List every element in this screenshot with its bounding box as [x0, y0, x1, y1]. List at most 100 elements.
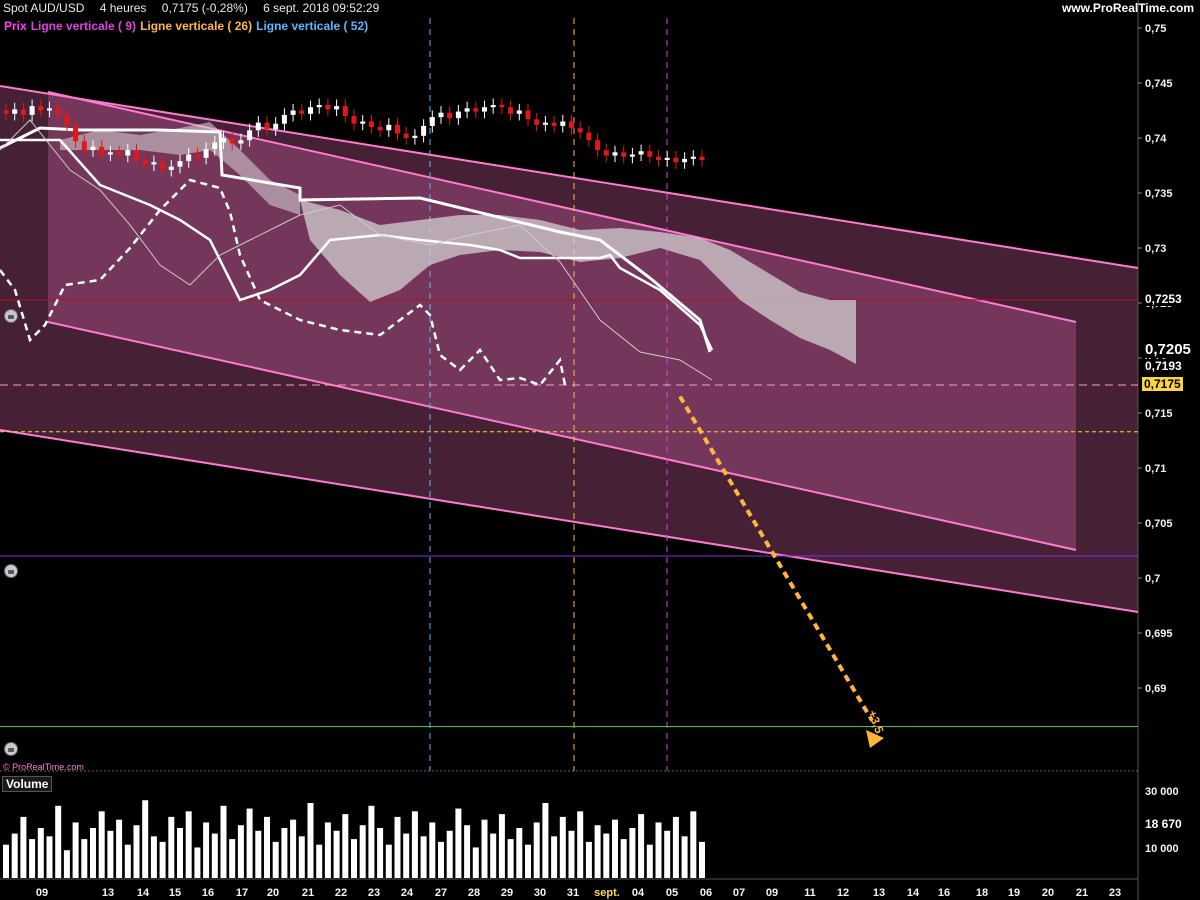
candle-body[interactable]: [699, 156, 705, 160]
volume-bar[interactable]: [498, 814, 505, 878]
volume-bar[interactable]: [446, 830, 453, 878]
volume-bar[interactable]: [116, 819, 123, 878]
candle-body[interactable]: [212, 142, 218, 149]
volume-bar[interactable]: [133, 825, 140, 878]
candle-body[interactable]: [160, 162, 166, 170]
candle-body[interactable]: [12, 109, 18, 114]
candle-body[interactable]: [273, 123, 279, 130]
candle-body[interactable]: [673, 157, 679, 163]
volume-bar[interactable]: [551, 836, 558, 878]
candle-body[interactable]: [508, 107, 514, 114]
volume-bar[interactable]: [107, 830, 114, 878]
candle-body[interactable]: [247, 130, 253, 141]
candle-body[interactable]: [20, 109, 26, 115]
candle-body[interactable]: [638, 151, 644, 155]
indicator-legend[interactable]: Prix Ligne verticale ( 9) Ligne verticale …: [2, 19, 375, 33]
candle-body[interactable]: [238, 140, 244, 144]
volume-bar[interactable]: [542, 803, 549, 878]
candle-body[interactable]: [125, 150, 131, 156]
candle-body[interactable]: [551, 122, 557, 126]
candle-body[interactable]: [281, 114, 287, 124]
candle-body[interactable]: [464, 108, 470, 112]
volume-bar[interactable]: [429, 822, 436, 878]
candle-body[interactable]: [99, 146, 105, 155]
volume-bar[interactable]: [516, 828, 523, 878]
volume-bar[interactable]: [29, 839, 36, 878]
volume-bar[interactable]: [124, 844, 131, 878]
volume-bar[interactable]: [481, 819, 488, 878]
volume-bar[interactable]: [577, 811, 584, 878]
candle-body[interactable]: [569, 121, 574, 129]
candle-body[interactable]: [90, 146, 96, 151]
volume-bar[interactable]: [98, 811, 105, 878]
volume-bar[interactable]: [229, 839, 236, 878]
volume-bar[interactable]: [237, 825, 244, 878]
candle-body[interactable]: [542, 122, 548, 125]
candle-body[interactable]: [577, 128, 583, 133]
volume-bar[interactable]: [438, 841, 444, 878]
candle-body[interactable]: [299, 110, 305, 114]
candle-body[interactable]: [377, 127, 383, 131]
legend-vline-26[interactable]: Ligne verticale ( 26): [140, 19, 252, 33]
volume-bar[interactable]: [55, 805, 62, 878]
candle-body[interactable]: [229, 138, 235, 144]
volume-bar[interactable]: [281, 828, 288, 878]
candle-body[interactable]: [264, 122, 270, 130]
candle-body[interactable]: [586, 132, 592, 141]
volume-bar[interactable]: [63, 850, 70, 878]
volume-bar[interactable]: [194, 847, 201, 878]
candle-body[interactable]: [255, 122, 261, 131]
candle-body[interactable]: [203, 149, 209, 158]
volume-bar[interactable]: [455, 808, 462, 878]
volume-bar[interactable]: [411, 811, 418, 878]
volume-bar[interactable]: [377, 828, 384, 878]
site-link[interactable]: www.ProRealTime.com: [1062, 1, 1194, 16]
volume-bar[interactable]: [472, 847, 479, 878]
volume-bar[interactable]: [594, 825, 601, 878]
volume-bar[interactable]: [359, 825, 366, 878]
candle-body[interactable]: [38, 106, 44, 111]
volume-bar[interactable]: [220, 805, 227, 878]
candle-body[interactable]: [447, 112, 453, 119]
volume-bar[interactable]: [81, 839, 88, 878]
volume-bar[interactable]: [525, 844, 531, 878]
candle-body[interactable]: [490, 105, 496, 108]
candle-body[interactable]: [421, 125, 427, 136]
volume-bar[interactable]: [342, 814, 349, 878]
volume-bar[interactable]: [585, 841, 592, 878]
candle-body[interactable]: [351, 116, 357, 124]
volume-bar[interactable]: [333, 830, 340, 878]
candle-body[interactable]: [342, 106, 348, 116]
volume-bar[interactable]: [203, 822, 210, 878]
candle-body[interactable]: [134, 150, 139, 160]
candle-body[interactable]: [55, 108, 61, 115]
volume-bar[interactable]: [37, 828, 44, 878]
volume-bar[interactable]: [290, 819, 297, 878]
candle-body[interactable]: [656, 156, 661, 160]
volume-bar[interactable]: [568, 830, 575, 878]
volume-bar[interactable]: [533, 822, 540, 878]
volume-bar[interactable]: [177, 828, 183, 878]
candle-body[interactable]: [107, 152, 113, 155]
candle-body[interactable]: [368, 121, 374, 128]
volume-bar[interactable]: [255, 830, 262, 878]
volume-bar[interactable]: [246, 808, 253, 878]
candle-body[interactable]: [29, 106, 35, 115]
candle-body[interactable]: [386, 124, 392, 131]
lock-icon[interactable]: [4, 309, 18, 323]
candle-body[interactable]: [595, 140, 601, 151]
candle-body[interactable]: [629, 154, 635, 157]
candle-body[interactable]: [690, 156, 696, 159]
candle-body[interactable]: [682, 158, 688, 163]
volume-bar[interactable]: [464, 825, 471, 878]
candle-body[interactable]: [473, 108, 479, 112]
volume-bar[interactable]: [3, 844, 9, 878]
volume-bar[interactable]: [629, 828, 636, 878]
candle-body[interactable]: [81, 141, 87, 151]
candle-body[interactable]: [3, 110, 9, 114]
candle-body[interactable]: [534, 119, 540, 125]
volume-bar[interactable]: [690, 811, 697, 878]
volume-bar[interactable]: [185, 811, 192, 878]
candle-body[interactable]: [116, 152, 122, 156]
volume-bar[interactable]: [385, 844, 392, 878]
